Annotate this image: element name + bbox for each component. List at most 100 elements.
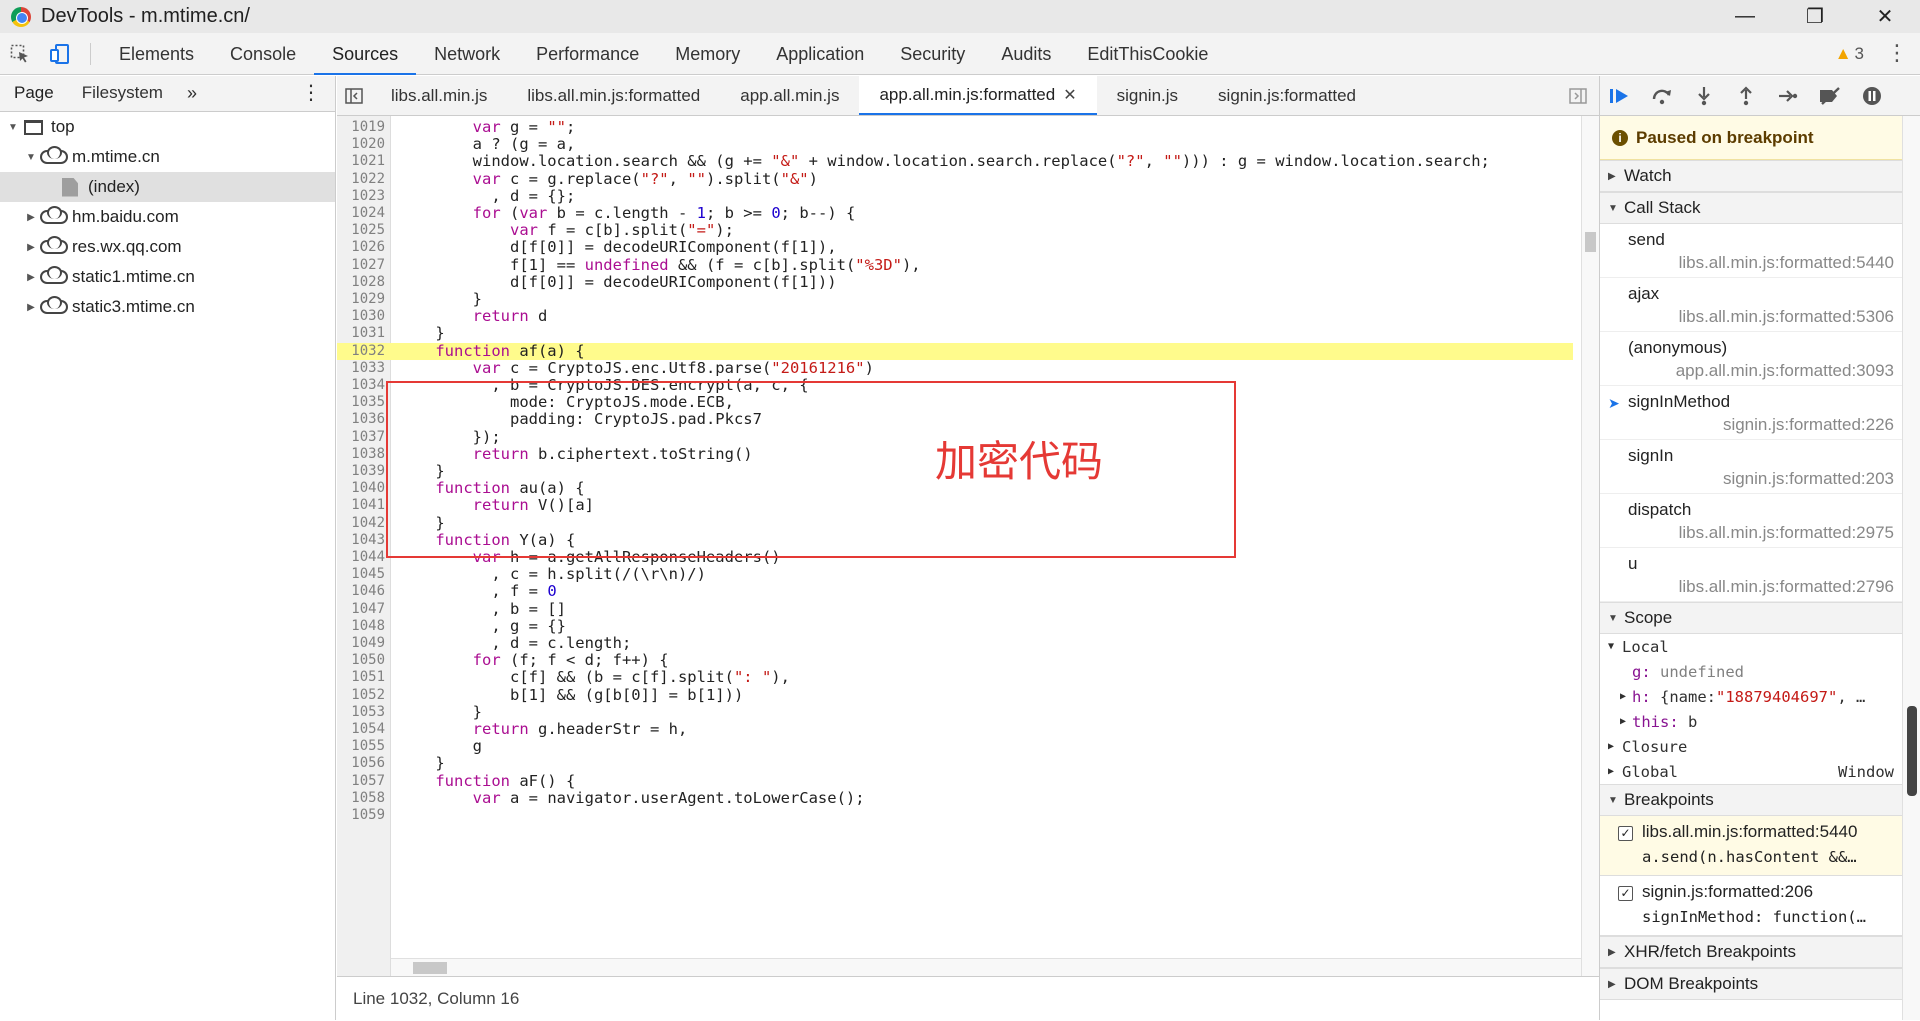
section-dom-breakpoints[interactable]: ▶ DOM Breakpoints [1600, 968, 1920, 1000]
tree-item-file[interactable]: (index) [0, 172, 335, 202]
line-number[interactable]: 1030 [337, 308, 385, 325]
inspect-element-icon[interactable] [0, 33, 40, 75]
line-number[interactable]: 1039 [337, 463, 385, 480]
tab-editthiscookie[interactable]: EditThisCookie [1069, 33, 1226, 75]
code-line[interactable]: 1025 var f = c[b].split("="); [337, 222, 1573, 239]
breakpoint-checkbox[interactable]: ✓ [1618, 886, 1633, 901]
code-line[interactable]: 1024 for (var b = c.length - 1; b >= 0; … [337, 205, 1573, 222]
line-number[interactable]: 1045 [337, 566, 385, 583]
section-xhr-breakpoints[interactable]: ▶ XHR/fetch Breakpoints [1600, 936, 1920, 968]
scope-global[interactable]: ▶ Global Window [1600, 759, 1920, 784]
line-number[interactable]: 1048 [337, 618, 385, 635]
pause-on-exceptions-icon[interactable] [1860, 84, 1884, 108]
line-number[interactable]: 1032 [337, 343, 385, 360]
tree-item-domain[interactable]: ▼ m.mtime.cn [0, 142, 335, 172]
toggle-debugger-icon[interactable] [1569, 76, 1587, 116]
line-number[interactable]: 1023 [337, 188, 385, 205]
code-line-current[interactable]: 1032 function af(a) { [337, 342, 1573, 360]
editor-tab[interactable]: signin.js [1097, 76, 1198, 115]
breakpoint-checkbox[interactable]: ✓ [1618, 826, 1633, 841]
line-number[interactable]: 1021 [337, 153, 385, 170]
call-frame[interactable]: (anonymous) app.all.min.js:formatted:3093 [1600, 332, 1920, 386]
call-frame[interactable]: u libs.all.min.js:formatted:2796 [1600, 548, 1920, 602]
line-number[interactable]: 1059 [337, 807, 385, 824]
scope-closure[interactable]: ▶ Closure [1600, 734, 1920, 759]
code-line[interactable]: 1027 f[1] == undefined && (f = c[b].spli… [337, 256, 1573, 274]
line-number[interactable]: 1035 [337, 394, 385, 411]
scope-var-this[interactable]: ▶ this: b [1600, 709, 1920, 734]
line-number[interactable]: 1020 [337, 136, 385, 153]
line-number[interactable]: 1031 [337, 325, 385, 342]
scrollbar-thumb[interactable] [413, 962, 447, 974]
code-line[interactable]: 1058 var a = navigator.userAgent.toLower… [337, 789, 1573, 807]
line-number[interactable]: 1033 [337, 360, 385, 377]
code-line[interactable]: 1043 function Y(a) { [337, 531, 1573, 549]
section-scope[interactable]: ▼ Scope [1600, 602, 1920, 634]
device-toolbar-icon[interactable] [40, 33, 80, 75]
editor-horizontal-scrollbar[interactable] [391, 958, 1581, 976]
call-frame[interactable]: send libs.all.min.js:formatted:5440 [1600, 224, 1920, 278]
close-window-button[interactable]: ✕ [1850, 0, 1920, 33]
line-number[interactable]: 1036 [337, 411, 385, 428]
tab-sources[interactable]: Sources [314, 33, 417, 75]
line-number[interactable]: 1050 [337, 652, 385, 669]
section-breakpoints[interactable]: ▼ Breakpoints [1600, 784, 1920, 816]
line-number[interactable]: 1046 [337, 583, 385, 600]
restore-button[interactable]: ❐ [1780, 0, 1850, 33]
tab-network[interactable]: Network [416, 33, 518, 75]
step-over-icon[interactable] [1650, 84, 1674, 108]
navigator-tab-filesystem[interactable]: Filesystem [68, 76, 177, 112]
scope-var-g[interactable]: g: undefined [1600, 659, 1920, 684]
tab-performance[interactable]: Performance [518, 33, 657, 75]
scrollbar-thumb[interactable] [1907, 706, 1917, 796]
line-number[interactable]: 1056 [337, 755, 385, 772]
line-number[interactable]: 1044 [337, 549, 385, 566]
tree-item-domain[interactable]: ▶ static1.mtime.cn [0, 262, 335, 292]
editor-vertical-scrollbar[interactable] [1581, 116, 1599, 976]
section-call-stack[interactable]: ▼ Call Stack [1600, 192, 1920, 224]
code-line[interactable]: 1057 function aF() { [337, 772, 1573, 790]
scrollbar-thumb[interactable] [1585, 232, 1596, 252]
code-line[interactable]: 1022 var c = g.replace("?", "").split("&… [337, 170, 1573, 188]
code-line[interactable]: 1045 , c = h.split(/(\r\n)/) [337, 566, 1573, 583]
code-line[interactable]: 1031 } [337, 325, 1573, 342]
tree-item-top[interactable]: ▼ top [0, 112, 335, 142]
devtools-menu-icon[interactable]: ⋮ [1886, 33, 1908, 75]
call-frame[interactable]: dispatch libs.all.min.js:formatted:2975 [1600, 494, 1920, 548]
editor-tab[interactable]: libs.all.min.js [371, 76, 507, 115]
breakpoint-item[interactable]: ✓ libs.all.min.js:formatted:5440 a.send(… [1600, 816, 1920, 876]
line-number[interactable]: 1055 [337, 738, 385, 755]
code-line[interactable]: 1055 g [337, 738, 1573, 755]
navigator-tab-page[interactable]: Page [0, 76, 68, 112]
code-line[interactable]: 1035 mode: CryptoJS.mode.ECB, [337, 394, 1573, 411]
tree-item-domain[interactable]: ▶ hm.baidu.com [0, 202, 335, 232]
line-number[interactable]: 1025 [337, 222, 385, 239]
line-number[interactable]: 1042 [337, 515, 385, 532]
code-line[interactable]: 1041 return V()[a] [337, 497, 1573, 514]
more-tabs-icon[interactable]: » [177, 83, 207, 104]
warnings-counter[interactable]: ▲ 3 [1835, 33, 1864, 75]
code-line[interactable]: 1021 window.location.search && (g += "&"… [337, 153, 1573, 170]
code-line[interactable]: 1050 for (f; f < d; f++) { [337, 652, 1573, 669]
code-line[interactable]: 1053 } [337, 703, 1573, 721]
editor-tab[interactable]: signin.js:formatted [1198, 76, 1376, 115]
code-line[interactable]: 1019 var g = ""; [337, 119, 1573, 136]
code-line[interactable]: 1033 var c = CryptoJS.enc.Utf8.parse("20… [337, 359, 1573, 377]
code-line[interactable]: 1044 var h = a.getAllResponseHeaders() [337, 549, 1573, 566]
step-icon[interactable] [1776, 84, 1800, 108]
line-number[interactable]: 1040 [337, 480, 385, 497]
close-tab-icon[interactable]: ✕ [1063, 85, 1076, 105]
breakpoint-item[interactable]: ✓ signin.js:formatted:206 signInMethod: … [1600, 876, 1920, 936]
line-number[interactable]: 1054 [337, 721, 385, 738]
toggle-navigator-icon[interactable] [337, 76, 371, 115]
code-area[interactable]: 1019 var g = ""; 1020 a ? (g = a, 1021 win… [337, 116, 1599, 976]
line-number[interactable]: 1028 [337, 274, 385, 291]
tab-memory[interactable]: Memory [657, 33, 758, 75]
line-number[interactable]: 1019 [337, 119, 385, 136]
tab-security[interactable]: Security [882, 33, 983, 75]
minimize-button[interactable]: — [1710, 0, 1780, 33]
editor-tab[interactable]: libs.all.min.js:formatted [507, 76, 720, 115]
code-line[interactable]: 1020 a ? (g = a, [337, 136, 1573, 153]
line-number[interactable]: 1053 [337, 704, 385, 721]
editor-tab[interactable]: app.all.min.js [720, 76, 859, 115]
